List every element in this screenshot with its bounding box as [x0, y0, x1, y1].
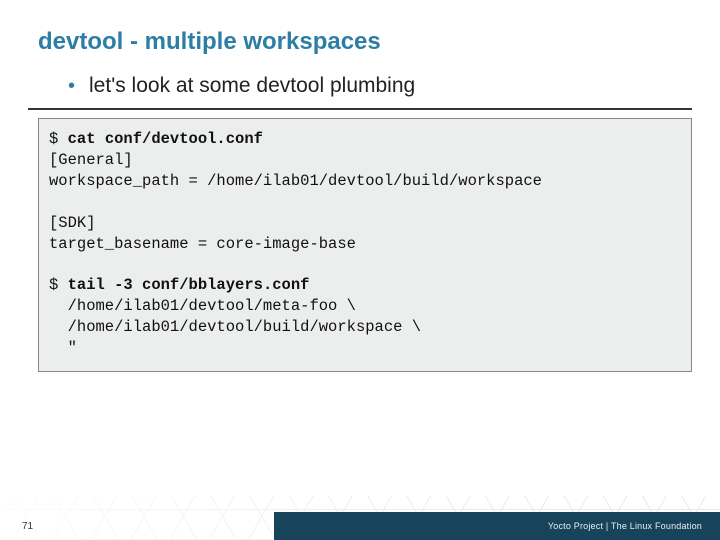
code-line: tail -3 conf/bblayers.conf [68, 276, 310, 294]
code-line: $ [49, 130, 68, 148]
footer: 71 Yocto Project | The Linux Foundation [0, 496, 720, 540]
code-line: target_basename = core-image-base [49, 235, 356, 253]
footer-bar: Yocto Project | The Linux Foundation [274, 512, 720, 540]
bullet-row: • let's look at some devtool plumbing [28, 56, 692, 110]
code-line: [General] [49, 151, 133, 169]
bullet-icon: • [68, 76, 75, 96]
slide: devtool - multiple workspaces • let's lo… [0, 0, 720, 540]
code-line: $ [49, 276, 68, 294]
slide-title: devtool - multiple workspaces [0, 0, 720, 56]
code-line: /home/ilab01/devtool/build/workspace \ [49, 318, 421, 336]
code-line: [SDK] [49, 214, 96, 232]
footer-credit: Yocto Project | The Linux Foundation [548, 521, 702, 531]
code-line: " [49, 339, 77, 357]
bullet-text: let's look at some devtool plumbing [89, 74, 415, 98]
code-line: workspace_path = /home/ilab01/devtool/bu… [49, 172, 542, 190]
code-line: cat conf/devtool.conf [68, 130, 263, 148]
page-number: 71 [22, 521, 33, 532]
code-line: /home/ilab01/devtool/meta-foo \ [49, 297, 356, 315]
code-block: $ cat conf/devtool.conf [General] worksp… [38, 118, 692, 372]
